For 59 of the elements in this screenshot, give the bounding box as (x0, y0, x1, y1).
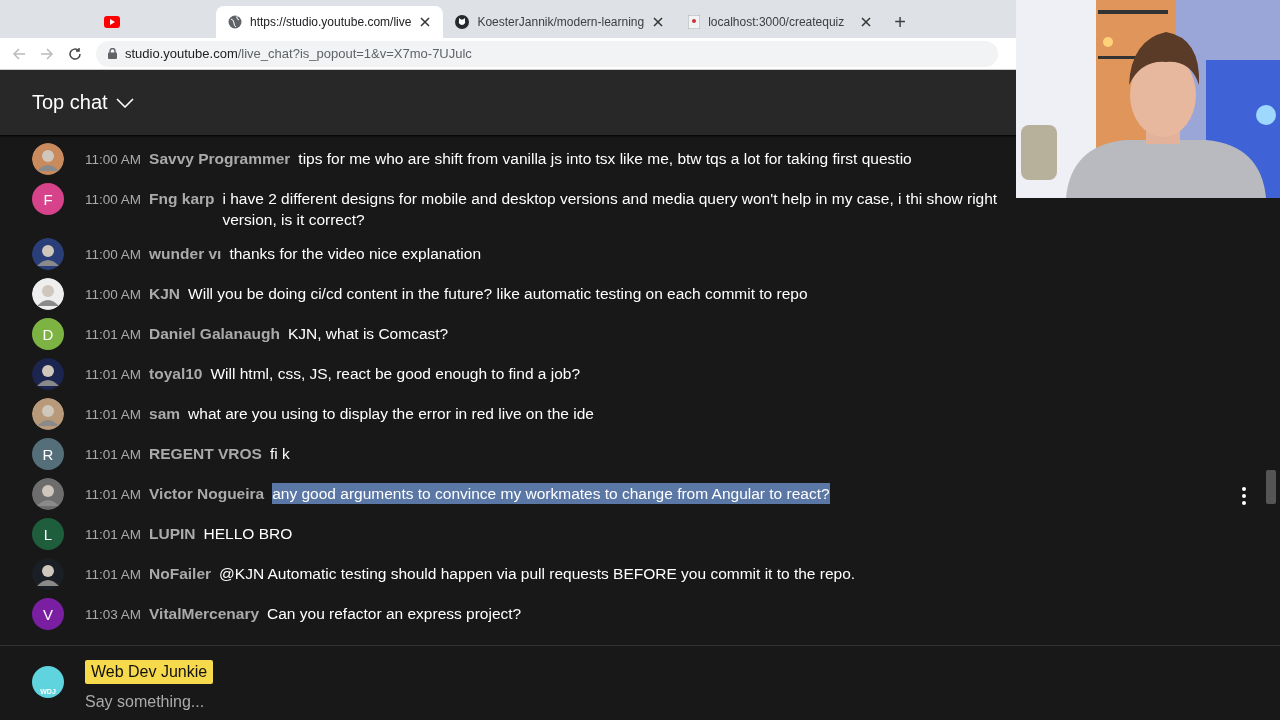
new-tab-button[interactable]: + (884, 6, 917, 38)
chat-mode-dropdown[interactable]: Top chat (32, 91, 134, 114)
avatar: D (32, 318, 64, 350)
chat-message: fi k (269, 444, 290, 464)
message-time: 11:01 AM (85, 486, 142, 504)
close-icon[interactable] (652, 16, 665, 28)
chat-message: any good arguments to convince my workmates to change from Angular to react? (272, 483, 830, 504)
chat-message: what are you using to display the error in red live on the ide (188, 404, 594, 424)
play-logo-icon (104, 16, 120, 28)
author-name[interactable]: wunder vı (149, 243, 222, 264)
author-name[interactable]: Savvy Programmer (149, 148, 291, 169)
avatar: L (32, 518, 64, 550)
chat-input-field[interactable]: Say something... (85, 693, 585, 711)
close-icon[interactable] (419, 16, 432, 28)
author-name[interactable]: NoFailer (149, 563, 212, 584)
chat-message: HELLO BRO (203, 524, 293, 544)
close-icon[interactable] (860, 16, 873, 28)
lock-icon (108, 48, 117, 59)
chat-message: Will html, css, JS, react be good enough to find a job? (210, 364, 581, 384)
message-time: 11:01 AM (85, 326, 142, 344)
avatar: V (32, 598, 64, 630)
author-name[interactable]: toyal10 (149, 363, 203, 384)
message-time: 11:01 AM (85, 526, 142, 544)
chat-message: thanks for the video nice explanation (229, 244, 482, 264)
browser-tab[interactable]: localhost:3000/createquiz (676, 6, 885, 38)
browser-tab[interactable]: KoesterJannik/modern-learning (443, 6, 677, 38)
message-time: 11:01 AM (85, 366, 142, 384)
chat-message: Will you be doing ci/cd content in the future? like automatic testing on each commit to repo (188, 284, 808, 304)
avatar: F (32, 183, 64, 215)
author-name[interactable]: Fng karp (149, 188, 215, 209)
reload-icon[interactable] (68, 46, 82, 61)
chevron-down-icon (115, 97, 134, 108)
avatar: R (32, 438, 64, 470)
author-name[interactable]: KJN (149, 283, 181, 304)
author-name[interactable]: LUPIN (149, 523, 196, 544)
message-time: 11:00 AM (85, 286, 142, 304)
author-name[interactable]: REGENT VROS (149, 443, 262, 464)
message-time: 11:01 AM (85, 446, 142, 464)
author-name[interactable]: Victor Nogueira (149, 483, 265, 504)
message-time: 11:00 AM (85, 151, 142, 169)
browser-tab[interactable]: https://studio.youtube.com/live (216, 6, 444, 38)
chat-message: i have 2 different designs for mobile and desktop versions and media query won't help in my case, i thi show right version, is it correct? (222, 189, 999, 230)
chat-message: Can you refactor an express project? (267, 604, 522, 624)
chat-message: @KJN Automatic testing should happen via pull requests BEFORE you commit it to the repo. (219, 564, 856, 584)
chat-message: tips for me who are shift from vanilla js into tsx like me, btw tqs a lot for taking first questio (298, 149, 912, 169)
author-name[interactable]: VitalMercenary (149, 603, 260, 624)
globe-icon (228, 15, 242, 29)
message-time: 11:00 AM (85, 191, 142, 209)
chat-message: KJN, what is Comcast? (287, 324, 449, 344)
author-name[interactable]: sam (149, 403, 181, 424)
message-time: 11:03 AM (85, 606, 142, 624)
author-name[interactable]: Daniel Galanaugh (149, 323, 280, 344)
channel-name-badge: Web Dev Junkie (85, 660, 214, 684)
page-icon (688, 15, 701, 29)
message-time: 11:01 AM (85, 566, 142, 584)
cat-icon (455, 15, 470, 29)
message-time: 11:01 AM (85, 406, 142, 424)
message-time: 11:00 AM (85, 246, 142, 264)
scrollbar-thumb[interactable] (1266, 470, 1276, 504)
